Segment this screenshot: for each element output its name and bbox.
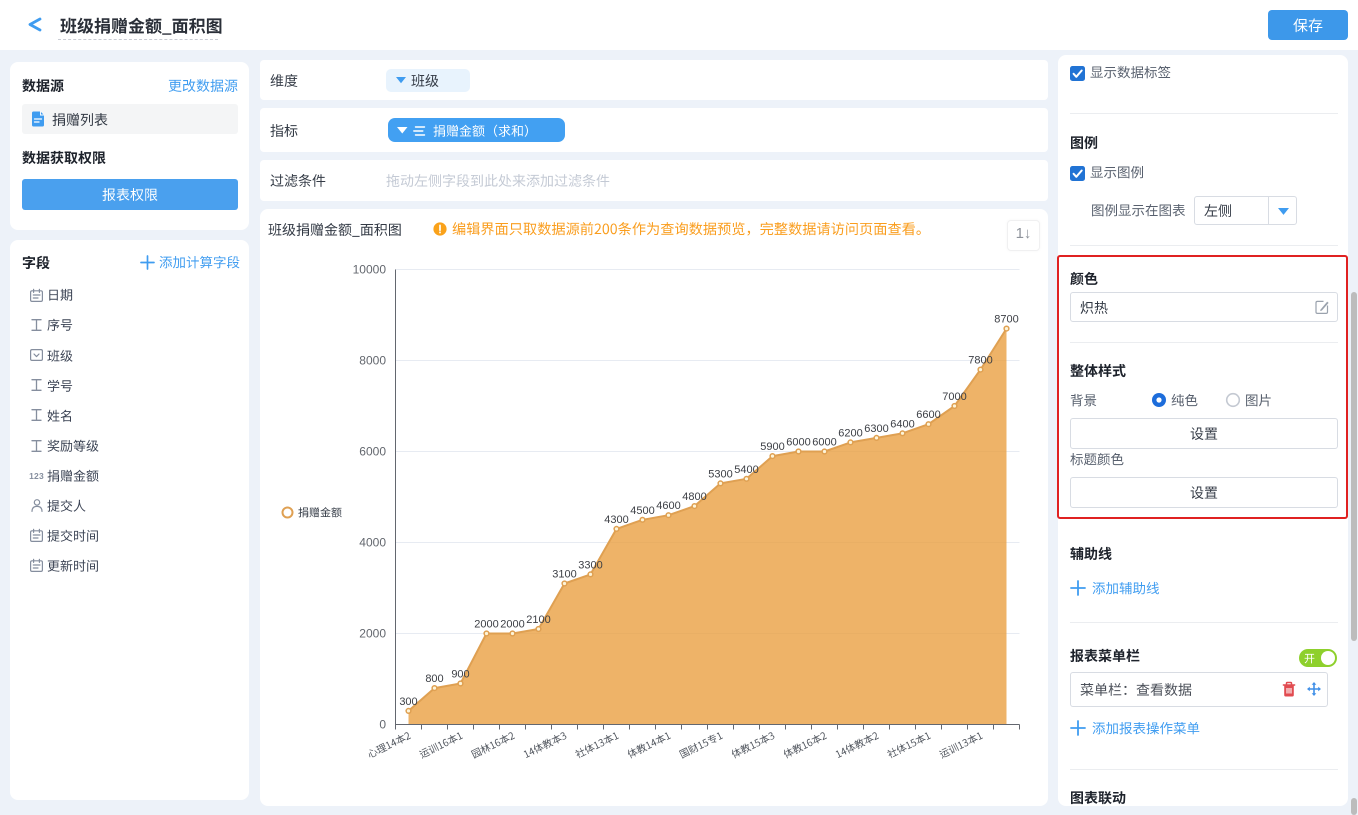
svg-text:8700: 8700 <box>994 314 1018 326</box>
svg-text:3100: 3100 <box>552 569 576 581</box>
svg-text:0: 0 <box>379 718 386 732</box>
svg-text:8000: 8000 <box>359 354 386 368</box>
svg-text:800: 800 <box>425 673 443 685</box>
svg-text:2000: 2000 <box>474 619 498 631</box>
svg-text:2000: 2000 <box>359 627 386 641</box>
svg-text:5900: 5900 <box>760 441 784 453</box>
svg-text:4600: 4600 <box>656 500 680 512</box>
svg-text:6200: 6200 <box>838 427 862 439</box>
svg-text:4800: 4800 <box>682 491 706 503</box>
svg-text:4500: 4500 <box>630 505 654 517</box>
svg-text:6400: 6400 <box>890 418 914 430</box>
svg-text:7000: 7000 <box>942 391 966 403</box>
svg-text:900: 900 <box>451 669 469 681</box>
svg-text:6000: 6000 <box>812 437 836 449</box>
svg-text:5400: 5400 <box>734 464 758 476</box>
svg-text:300: 300 <box>399 696 417 708</box>
svg-text:10000: 10000 <box>353 263 387 277</box>
svg-text:4300: 4300 <box>604 514 628 526</box>
svg-text:3300: 3300 <box>578 559 602 571</box>
svg-text:2000: 2000 <box>500 619 524 631</box>
svg-text:4000: 4000 <box>359 536 386 550</box>
svg-text:7800: 7800 <box>968 355 992 367</box>
svg-text:6300: 6300 <box>864 423 888 435</box>
svg-text:5300: 5300 <box>708 468 732 480</box>
svg-text:6000: 6000 <box>359 445 386 459</box>
svg-text:2100: 2100 <box>526 614 550 626</box>
svg-text:6600: 6600 <box>916 409 940 421</box>
svg-text:6000: 6000 <box>786 437 810 449</box>
